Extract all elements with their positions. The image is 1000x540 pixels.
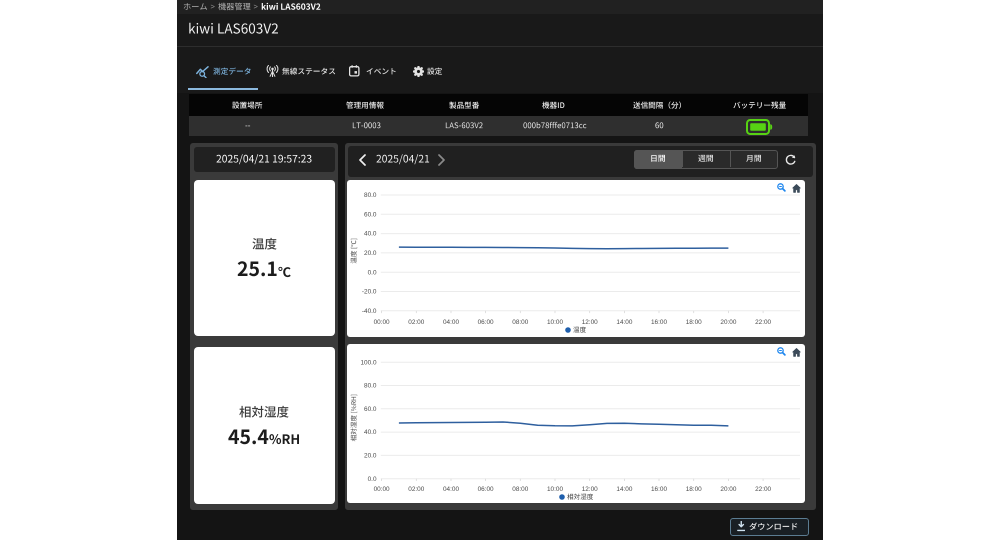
svg-text:08:00: 08:00 (512, 486, 528, 493)
svg-text:16:00: 16:00 (651, 486, 667, 493)
svg-text:100.0: 100.0 (361, 359, 377, 366)
svg-text:14:00: 14:00 (616, 319, 632, 326)
svg-text:18:00: 18:00 (686, 319, 702, 326)
svg-text:80.0: 80.0 (364, 382, 377, 389)
svg-text:40.0: 40.0 (364, 231, 377, 238)
svg-text:10:00: 10:00 (547, 486, 563, 493)
svg-text:08:00: 08:00 (512, 319, 528, 326)
svg-text:40.0: 40.0 (364, 429, 377, 436)
svg-text:-20.0: -20.0 (362, 289, 377, 296)
svg-text:02:00: 02:00 (408, 319, 424, 326)
svg-text:80.0: 80.0 (364, 192, 377, 199)
svg-text:00:00: 00:00 (374, 486, 390, 493)
svg-text:04:00: 04:00 (443, 319, 459, 326)
svg-text:06:00: 06:00 (478, 486, 494, 493)
svg-text:12:00: 12:00 (582, 486, 598, 493)
svg-text:22:00: 22:00 (755, 486, 771, 493)
svg-text:12:00: 12:00 (582, 319, 598, 326)
svg-text:10:00: 10:00 (547, 319, 563, 326)
svg-text:20:00: 20:00 (720, 319, 736, 326)
svg-text:60.0: 60.0 (364, 211, 377, 218)
svg-text:18:00: 18:00 (686, 486, 702, 493)
svg-text:14:00: 14:00 (616, 486, 632, 493)
svg-text:16:00: 16:00 (651, 319, 667, 326)
svg-text:60.0: 60.0 (364, 405, 377, 412)
svg-text:22:00: 22:00 (755, 319, 771, 326)
svg-text:20.0: 20.0 (364, 250, 377, 257)
svg-text:-40.0: -40.0 (362, 308, 377, 315)
svg-text:00:00: 00:00 (374, 319, 390, 326)
svg-text:20.0: 20.0 (364, 452, 377, 459)
svg-text:0.0: 0.0 (368, 269, 377, 276)
svg-text:0.0: 0.0 (368, 475, 377, 482)
svg-text:02:00: 02:00 (408, 486, 424, 493)
svg-text:06:00: 06:00 (478, 319, 494, 326)
svg-text:04:00: 04:00 (443, 486, 459, 493)
svg-text:20:00: 20:00 (720, 486, 736, 493)
